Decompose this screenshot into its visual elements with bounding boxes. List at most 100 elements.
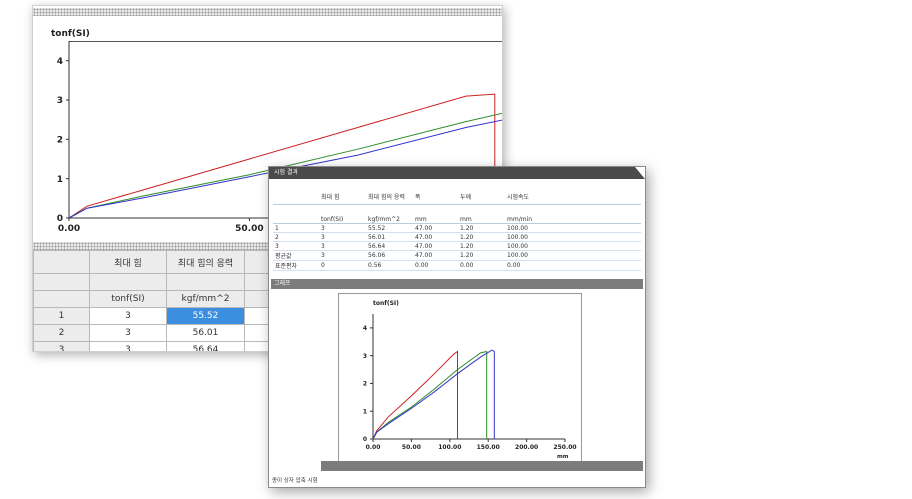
report-cell: 56.01 xyxy=(366,232,413,242)
report-cell: 100.00 xyxy=(505,250,641,261)
titlebar-corner xyxy=(635,167,645,179)
report-units-row: tonf(SI) kgf/mm^2 mm mm mm/min xyxy=(273,215,641,224)
grid-blank-cell xyxy=(89,273,167,291)
report-cell: 0 xyxy=(319,260,366,271)
y-tick-label: 0 xyxy=(57,214,63,224)
report-unit-cell: mm xyxy=(413,215,458,224)
report-cell: 47.00 xyxy=(413,241,458,251)
report-cell: 표준편차 xyxy=(273,260,319,271)
graph-section-bar: 그래프 xyxy=(271,279,643,289)
grid-blank-cell xyxy=(166,273,245,291)
unit-max-stress: kgf/mm^2 xyxy=(166,290,245,308)
report-cell: 3 xyxy=(319,223,366,233)
report-unit-cell: kgf/mm^2 xyxy=(366,215,413,224)
y-tick-label: 4 xyxy=(363,325,367,332)
x-axis-label: mm xyxy=(557,454,569,460)
window-header-strip xyxy=(33,8,502,16)
y-tick-label: 4 xyxy=(57,57,63,67)
report-cell: 100.00 xyxy=(505,232,641,242)
grid-blank-cell xyxy=(33,273,90,291)
spacer xyxy=(273,205,641,216)
report-cell: 1.20 xyxy=(458,250,505,261)
report-cell: 47.00 xyxy=(413,250,458,261)
y-tick-label: 2 xyxy=(57,135,63,145)
y-tick-label: 2 xyxy=(363,381,367,388)
report-cell: 3 xyxy=(319,241,366,251)
y-tick-label: 1 xyxy=(363,408,367,415)
unit-max-force: tonf(SI) xyxy=(89,290,167,308)
report-bottom-bar xyxy=(321,461,643,471)
report-unit-cell: mm xyxy=(458,215,505,224)
y-axis-label: tonf(SI) xyxy=(51,29,90,39)
row-number[interactable]: 1 xyxy=(33,307,90,325)
report-cell: 47.00 xyxy=(413,232,458,242)
row-number[interactable]: 2 xyxy=(33,324,90,342)
report-title: 시험 결과 xyxy=(274,169,298,176)
x-tick-label: 200.00 xyxy=(515,444,538,451)
report-cell: 100.00 xyxy=(505,241,641,251)
y-tick-label: 0 xyxy=(363,436,367,443)
report-cell: 56.06 xyxy=(366,250,413,261)
report-cell: 1.20 xyxy=(458,241,505,251)
report-cell: 1 xyxy=(273,223,319,233)
report-row-average: 평균값 3 56.06 47.00 1.20 100.00 xyxy=(273,250,641,261)
row-number[interactable]: 3 xyxy=(33,341,90,351)
report-graph-frame: tonf(SI) mm 0 1 2 3 4 0.00 50.00 100.00 150.00 2… xyxy=(338,293,582,462)
report-cell: 0.00 xyxy=(413,260,458,271)
report-row: 2 3 56.01 47.00 1.20 100.00 xyxy=(273,232,641,242)
report-cell: 56.64 xyxy=(366,241,413,251)
report-footer-text: 종이 상자 압축 시험 xyxy=(272,478,318,484)
cell-max-stress[interactable]: 56.64 xyxy=(166,341,245,351)
cell-max-stress[interactable]: 56.01 xyxy=(166,324,245,342)
report-cell: 3 xyxy=(273,241,319,251)
test-report-window: 시험 결과 최대 힘 최대 힘의 응력 폭 두께 시험속도 tonf(SI) k… xyxy=(268,166,646,488)
report-spacer-row xyxy=(273,205,641,216)
report-cell: 47.00 xyxy=(413,223,458,233)
series-line-3 xyxy=(372,349,495,440)
report-unit-cell: mm/min xyxy=(505,215,641,224)
report-cell: 0.00 xyxy=(505,260,641,271)
report-unit-cell xyxy=(273,215,319,224)
report-header-row: 최대 힘 최대 힘의 응력 폭 두께 시험속도 xyxy=(273,189,641,205)
report-force-graph: tonf(SI) mm 0 1 2 3 4 0.00 50.00 100.00 150.00 2… xyxy=(363,300,577,460)
report-cell: 0.56 xyxy=(366,260,413,271)
cell-max-force[interactable]: 3 xyxy=(89,341,167,351)
cell-max-force[interactable]: 3 xyxy=(89,324,167,342)
x-tick-label: 0.00 xyxy=(366,444,381,451)
report-header-cell: 최대 힘 xyxy=(319,189,366,205)
report-row: 1 3 55.52 47.00 1.20 100.00 xyxy=(273,223,641,233)
report-header-cell: 두께 xyxy=(458,189,505,205)
report-header-cell: 시험속도 xyxy=(505,189,641,205)
report-cell: 2 xyxy=(273,232,319,242)
cell-max-stress[interactable]: 55.52 xyxy=(166,307,245,325)
report-cell: 1.20 xyxy=(458,223,505,233)
report-titlebar: 시험 결과 xyxy=(269,167,645,179)
report-cell: 1.20 xyxy=(458,232,505,242)
x-tick-label: 50.00 xyxy=(235,224,263,234)
x-tick-label: 100.00 xyxy=(438,444,461,451)
report-cell: 평균값 xyxy=(273,250,319,261)
y-tick-label: 1 xyxy=(57,175,63,185)
report-cell: 3 xyxy=(319,250,366,261)
x-tick-label: 150.00 xyxy=(477,444,500,451)
x-tick-label: 50.00 xyxy=(402,444,421,451)
report-cell: 55.52 xyxy=(366,223,413,233)
report-row: 3 3 56.64 47.00 1.20 100.00 xyxy=(273,241,641,251)
report-results-table: 최대 힘 최대 힘의 응력 폭 두께 시험속도 tonf(SI) kgf/mm^… xyxy=(273,189,641,271)
column-header-max-force[interactable]: 최대 힘 xyxy=(89,250,167,274)
report-cell: 3 xyxy=(319,232,366,242)
report-cell: 0.00 xyxy=(458,260,505,271)
cell-max-force[interactable]: 3 xyxy=(89,307,167,325)
report-header-cell: 폭 xyxy=(413,189,458,205)
y-axis-label: tonf(SI) xyxy=(373,300,399,307)
grid-corner xyxy=(33,250,90,274)
grid-units-corner xyxy=(33,290,90,308)
report-row-stddev: 표준편차 0 0.56 0.00 0.00 0.00 xyxy=(273,260,641,271)
report-cell: 100.00 xyxy=(505,223,641,233)
x-tick-label: 0.00 xyxy=(58,224,80,234)
report-header-cell: 최대 힘의 응력 xyxy=(366,189,413,205)
y-tick-label: 3 xyxy=(57,96,63,106)
y-tick-label: 3 xyxy=(363,353,367,360)
column-header-max-stress[interactable]: 최대 힘의 응력 xyxy=(166,250,245,274)
report-header-cell xyxy=(273,189,319,205)
